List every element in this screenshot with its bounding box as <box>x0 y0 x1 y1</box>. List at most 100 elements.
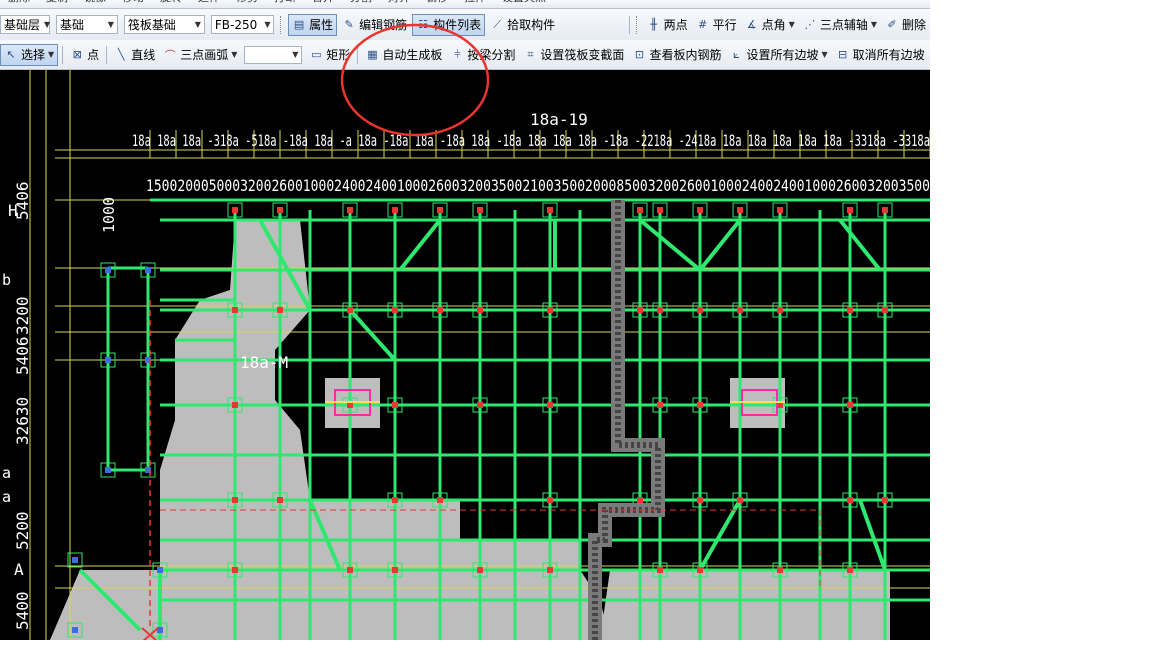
component-select[interactable]: FB-250 ▼ <box>210 15 275 34</box>
top-dimension-value: 2600 <box>679 176 710 195</box>
pick-component-button[interactable]: ⟋ 拾取构件 <box>487 14 558 36</box>
top-axis-label-main: 18a-19 <box>530 110 588 129</box>
left-dimension-value: 32630 <box>13 397 32 445</box>
edit-toolbar-item[interactable]: 合并 <box>312 0 334 5</box>
floor-select[interactable]: 基础层 ▼ <box>0 15 50 34</box>
column-core <box>847 567 853 573</box>
column-core <box>697 567 703 573</box>
chevron-down-icon[interactable]: ▼ <box>789 20 795 29</box>
column-core <box>637 497 643 503</box>
column-core <box>547 567 553 573</box>
chevron-down-icon[interactable]: ▼ <box>231 50 237 59</box>
top-dimension-value: 2000 <box>585 176 616 195</box>
rect-button[interactable]: ▭ 矩形 <box>306 44 353 66</box>
raft-slab-bottom[interactable] <box>600 570 890 640</box>
top-dimension-labels: 1500200050003200260010002400240010002600… <box>146 176 930 195</box>
column-core <box>737 497 743 503</box>
edit-toolbar-item[interactable]: 对齐 <box>388 0 410 5</box>
top-dimension-value: 1500 <box>146 176 177 195</box>
chevron-down-icon: ▼ <box>292 50 299 59</box>
view-rebar-icon: ⊡ <box>634 48 645 61</box>
edit-toolbar-item[interactable]: 删除 <box>8 0 30 5</box>
split-by-beam-button[interactable]: ⫩ 按梁分割 <box>447 44 518 66</box>
column-core <box>232 207 238 213</box>
toolbar-separator <box>357 45 359 64</box>
arc-button[interactable]: ⌒ 三点画弧 ▼ <box>160 44 240 66</box>
edit-toolbar: 删除 复制 镜像 移动 旋转 延伸 修剪 打断 合并 分割 对齐 偏移 拉伸 设置夹点 <box>0 0 930 9</box>
toolbar-grip <box>280 15 284 34</box>
column-core <box>777 567 783 573</box>
column-core <box>657 402 663 408</box>
top-dimension-value: 1000 <box>710 176 741 195</box>
top-dimension-value: 1000 <box>303 176 334 195</box>
column-core <box>232 497 238 503</box>
cancel-all-slopes-button[interactable]: ⊟ 取消所有边坡 <box>833 44 928 66</box>
set-raft-section-button[interactable]: ⌗ 设置筏板变截面 <box>520 44 627 66</box>
column-core <box>737 307 743 313</box>
beam[interactable] <box>698 218 742 272</box>
edit-toolbar-item[interactable]: 分割 <box>350 0 372 5</box>
select-button[interactable]: ↖ 选择 ▼ <box>0 43 59 66</box>
three-point-axis-button[interactable]: ⋰ 三点辅轴 ▼ <box>800 14 880 36</box>
parallel-button[interactable]: # 平行 <box>693 14 740 36</box>
type-select[interactable]: 筏板基础 ▼ <box>123 15 205 34</box>
edit-toolbar-item[interactable]: 镜像 <box>84 0 106 5</box>
toolbar-separator <box>106 45 108 64</box>
column-core <box>72 557 78 563</box>
line-icon: ╲ <box>117 48 125 61</box>
edit-toolbar-item[interactable]: 拉伸 <box>464 0 486 5</box>
edit-toolbar-item[interactable]: 打断 <box>274 0 296 5</box>
column-core <box>777 307 783 313</box>
category-select[interactable]: 基础 ▼ <box>56 15 118 34</box>
column-core <box>697 402 703 408</box>
point-angle-button[interactable]: ∡ 点角 ▼ <box>742 14 798 36</box>
beam[interactable] <box>838 218 882 272</box>
edit-toolbar-item[interactable]: 修剪 <box>236 0 258 5</box>
column-core <box>697 307 703 313</box>
chevron-down-icon: ▼ <box>44 20 51 29</box>
column-core <box>72 627 78 633</box>
column-core <box>437 307 443 313</box>
beam[interactable] <box>858 499 887 571</box>
view-slab-rebar-label: 查看板内钢筋 <box>649 48 722 62</box>
column-core <box>697 207 703 213</box>
drawing-canvas[interactable]: 18a-19 18a 18a 18a -318a -518a -18a 18a … <box>0 70 930 640</box>
line-button[interactable]: ╲ 直线 <box>111 44 158 66</box>
cad-drawing[interactable]: 18a-19 18a 18a 18a -318a -518a -18a 18a … <box>0 70 930 640</box>
edit-toolbar-item[interactable]: 偏移 <box>426 0 448 5</box>
edit-toolbar-item[interactable]: 复制 <box>46 0 68 5</box>
column-core <box>547 497 553 503</box>
column-core <box>277 207 283 213</box>
chevron-down-icon[interactable]: ▼ <box>821 50 827 59</box>
cancel-all-slopes-label: 取消所有边坡 <box>852 48 925 62</box>
edit-toolbar-item[interactable]: 设置夹点 <box>502 0 546 5</box>
top-dimension-value: 2400 <box>334 176 365 195</box>
left-dimension-value: 5200 <box>13 511 32 550</box>
component-list-button[interactable]: ☷ 构件列表 <box>412 13 486 36</box>
column-core <box>145 267 151 273</box>
raft-slab-regions <box>50 220 890 640</box>
view-slab-rebar-button[interactable]: ⊡ 查看板内钢筋 <box>629 44 724 66</box>
edit-toolbar-item[interactable]: 旋转 <box>160 0 182 5</box>
edit-rebar-button-label: 编辑钢筋 <box>359 18 408 32</box>
left-column-label: a <box>2 488 11 506</box>
beam[interactable] <box>398 218 442 272</box>
chevron-down-icon[interactable]: ▼ <box>871 20 877 29</box>
left-column-label: a <box>2 464 11 482</box>
left-dim-vertical: 1000 <box>100 197 118 233</box>
properties-button[interactable]: ▤ 属性 <box>288 13 338 36</box>
edit-toolbar-item[interactable]: 移动 <box>122 0 144 5</box>
arc-option-select[interactable]: ▼ <box>244 45 303 64</box>
set-all-slopes-button[interactable]: ⟀ 设置所有边坡 ▼ <box>726 44 830 66</box>
eyedropper-icon: ⟋ <box>493 17 501 31</box>
two-points-button[interactable]: ╫ 两点 <box>644 14 691 36</box>
beam[interactable] <box>638 218 702 272</box>
point-button[interactable]: ⊠ 点 <box>67 44 102 66</box>
auto-generate-slab-button[interactable]: ▦ 自动生成板 <box>362 44 445 66</box>
category-select-value: 基础 <box>60 18 85 32</box>
edit-rebar-button[interactable]: ✎ 编辑钢筋 <box>339 14 410 36</box>
delete-button[interactable]: ✐ 删除 <box>882 14 929 36</box>
column-core <box>657 567 663 573</box>
column-core <box>105 357 111 363</box>
edit-toolbar-item[interactable]: 延伸 <box>198 0 220 5</box>
